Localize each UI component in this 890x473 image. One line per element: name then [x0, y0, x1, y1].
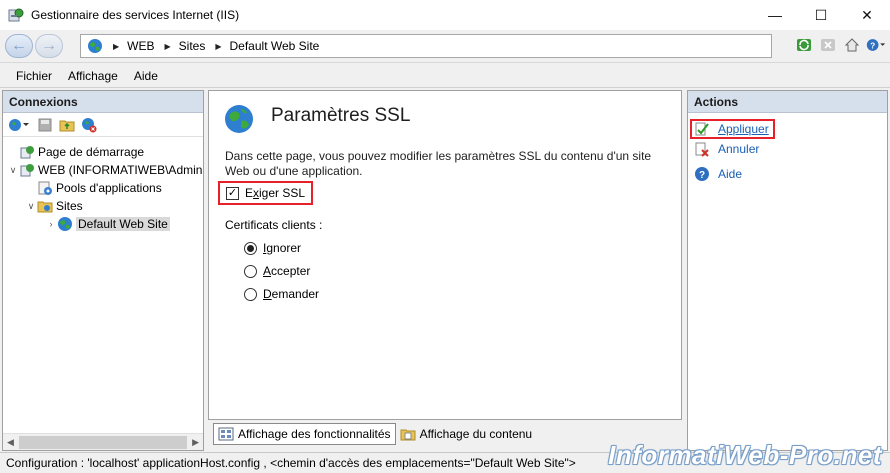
checkmark-icon: ✓	[227, 186, 238, 199]
tree-item-sites[interactable]: ∨ Sites	[3, 197, 203, 215]
tab-content-view[interactable]: Affichage du contenu	[396, 423, 537, 445]
app-pools-icon	[37, 180, 53, 196]
tree-item-label: Pools d'applications	[56, 181, 162, 195]
action-label: Appliquer	[718, 122, 769, 136]
tree-item-app-pools[interactable]: Pools d'applications	[3, 179, 203, 197]
window-title: Gestionnaire des services Internet (IIS)	[31, 8, 240, 22]
tree-item-server[interactable]: ∨ WEB (INFORMATIWEB\Admin	[3, 161, 203, 179]
radio-label: Demander	[263, 287, 320, 301]
crumb-separator-icon: ▶	[164, 41, 171, 51]
crumb-web[interactable]: WEB	[127, 39, 154, 53]
crumb-default-web-site[interactable]: Default Web Site	[230, 39, 320, 53]
address-tools: ?	[794, 35, 886, 55]
title-bar: Gestionnaire des services Internet (IIS)…	[0, 0, 890, 30]
connections-toolbar	[3, 113, 203, 137]
help-action[interactable]: ? Aide	[694, 166, 742, 182]
svg-text:?: ?	[870, 40, 875, 50]
features-view-icon	[218, 427, 234, 441]
stop-icon[interactable]	[818, 35, 838, 55]
tab-label: Affichage des fonctionnalités	[238, 427, 391, 441]
tab-features-view[interactable]: Affichage des fonctionnalités	[213, 423, 396, 445]
apply-action[interactable]: Appliquer	[690, 119, 775, 139]
crumb-separator-icon: ▶	[215, 41, 222, 51]
save-icon[interactable]	[37, 117, 53, 133]
address-path[interactable]: ▶ WEB ▶ Sites ▶ Default Web Site	[80, 34, 772, 58]
tree-item-label: Page de démarrage	[38, 145, 145, 159]
watermark-logo: InformatiWeb-Pro.net	[608, 440, 882, 470]
back-button[interactable]: ←	[5, 34, 33, 58]
cancel-x-icon	[694, 141, 710, 157]
svg-text:?: ?	[699, 170, 705, 181]
minimize-button[interactable]: —	[752, 0, 798, 30]
menu-fichier[interactable]: Fichier	[8, 69, 60, 83]
folder-up-icon[interactable]	[59, 117, 75, 133]
page-description: Dans cette page, vous pouvez modifier le…	[225, 149, 652, 178]
tab-label: Affichage du contenu	[419, 427, 533, 441]
scroll-right-icon[interactable]: ▶	[192, 437, 199, 448]
connect-globe-icon[interactable]	[7, 117, 31, 133]
radio-button[interactable]	[244, 264, 257, 278]
require-ssl-checkbox[interactable]: ✓	[226, 186, 239, 200]
server-icon	[19, 162, 35, 178]
action-label: Annuler	[718, 142, 760, 156]
menu-bar: Fichier Affichage Aide	[0, 64, 890, 88]
tree-item-label: WEB (INFORMATIWEB\Admin	[38, 163, 203, 177]
collapsed-chevron-icon[interactable]: ›	[45, 219, 57, 229]
radio-selected-dot	[247, 244, 254, 252]
radio-label: Accepter	[263, 264, 311, 278]
connections-title: Connexions	[3, 91, 203, 113]
actions-title: Actions	[688, 91, 887, 113]
connections-tree: Page de démarrage ∨ WEB (INFORMATIWEB\Ad…	[3, 137, 203, 233]
action-label: Aide	[718, 167, 743, 181]
actions-panel: Actions Appliquer Annuler ? Aide	[687, 90, 888, 451]
globe-icon	[88, 39, 102, 53]
crumb-sites[interactable]: Sites	[179, 39, 206, 53]
radio-label: Ignorer	[263, 241, 302, 255]
content-view-icon	[400, 429, 416, 441]
menu-affichage[interactable]: Affichage	[60, 69, 126, 83]
expanded-chevron-icon[interactable]: ∨	[25, 201, 37, 212]
window-controls: — ☐ ✕	[752, 0, 890, 30]
refresh-icon[interactable]	[794, 35, 814, 55]
crumb-separator-icon: ▶	[113, 41, 120, 51]
sites-folder-icon	[37, 198, 53, 214]
radio-button[interactable]	[244, 241, 257, 255]
page-title: Paramètres SSL	[271, 105, 411, 126]
ssl-settings-panel: Paramètres SSL Dans cette page, vous pou…	[208, 90, 682, 420]
apply-checkmark-icon	[694, 121, 710, 137]
scroll-left-icon[interactable]: ◀	[7, 437, 14, 448]
start-page-icon	[19, 144, 35, 160]
help-icon: ?	[694, 166, 710, 182]
help-dropdown-icon[interactable]: ?	[866, 35, 886, 55]
tree-item-label: Default Web Site	[76, 217, 170, 231]
forward-button[interactable]: →	[35, 34, 63, 58]
menu-aide[interactable]: Aide	[126, 69, 166, 83]
radio-require[interactable]: Demander	[244, 287, 319, 301]
expanded-chevron-icon[interactable]: ∨	[7, 165, 19, 176]
tree-item-label: Sites	[56, 199, 83, 213]
require-ssl-label: Exiger SSL	[245, 186, 306, 200]
tree-item-start-page[interactable]: Page de démarrage	[3, 143, 203, 161]
address-bar: ← → ▶ WEB ▶ Sites ▶ Default Web Site ?	[0, 30, 890, 63]
back-arrow-icon: ←	[11, 37, 27, 54]
client-certs-label: Certificats clients :	[225, 218, 323, 232]
radio-accept[interactable]: Accepter	[244, 264, 310, 278]
require-ssl-checkbox-row[interactable]: ✓ Exiger SSL	[218, 181, 314, 205]
maximize-button[interactable]: ☐	[798, 0, 844, 30]
cancel-action[interactable]: Annuler	[694, 141, 759, 157]
iis-app-icon	[8, 8, 24, 22]
tree-item-default-web-site[interactable]: › Default Web Site	[3, 215, 203, 233]
forward-arrow-icon: →	[41, 37, 57, 54]
horizontal-scrollbar[interactable]: ◀ ▶	[3, 433, 203, 450]
globe-icon	[57, 216, 73, 232]
connections-panel: Connexions Page de démarrage ∨ WEB (INFO…	[2, 90, 204, 451]
disconnect-icon[interactable]	[81, 117, 97, 133]
home-icon[interactable]	[842, 35, 862, 55]
ssl-globe-icon	[225, 105, 253, 133]
close-button[interactable]: ✕	[844, 0, 890, 30]
scrollbar-thumb[interactable]	[19, 436, 187, 449]
radio-ignore[interactable]: Ignorer	[244, 241, 301, 255]
radio-button[interactable]	[244, 287, 257, 301]
